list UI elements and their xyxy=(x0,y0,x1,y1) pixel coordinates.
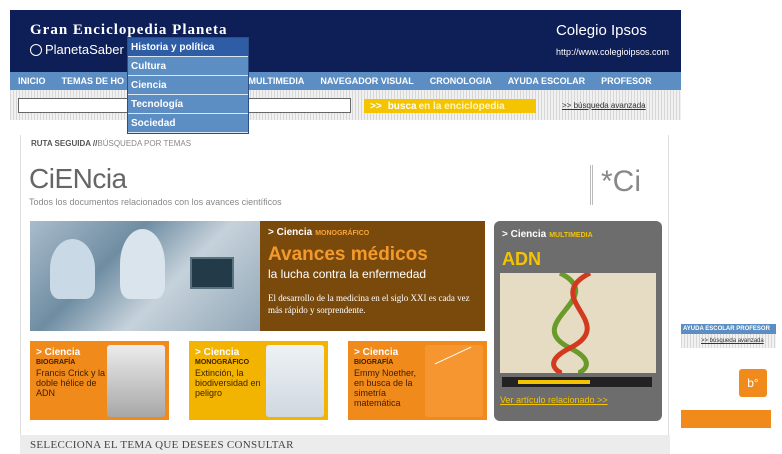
search-bar: >> busca en la enciclopedia >> búsqueda … xyxy=(10,90,681,120)
hero-text: El desarrollo de la medicina en el siglo… xyxy=(268,293,470,315)
header: Gran Enciclopedia Planeta PlanetaSaber C… xyxy=(10,10,681,72)
card-text: Extinción, la biodiversidad en peligro xyxy=(195,368,261,398)
school-name: Colegio Ipsos xyxy=(555,22,647,39)
page: Gran Enciclopedia Planeta PlanetaSaber C… xyxy=(10,10,681,454)
advanced-search-link[interactable]: >> búsqueda avanzada xyxy=(562,101,646,110)
hero-image[interactable] xyxy=(30,221,260,331)
card-monografico-extincion[interactable]: > Ciencia MONOGRÁFICO Extinción, la biod… xyxy=(189,341,328,420)
nav-item-multimedia[interactable]: MULTIMEDIA xyxy=(241,76,313,86)
hero-tag-sub: MONOGRÁFICO xyxy=(315,230,370,237)
hero-heading: Avances médicos xyxy=(268,244,428,265)
side-thumbnail: AYUDA ESCOLAR PROFESOR >> búsqueda avanz… xyxy=(681,324,776,444)
thumb-nav: AYUDA ESCOLAR PROFESOR xyxy=(681,324,776,334)
related-article-link[interactable]: Ver artículo relacionado >> xyxy=(500,395,608,405)
thumb-logo-icon: b° xyxy=(739,369,767,397)
brand-subtitle[interactable]: PlanetaSaber xyxy=(30,42,124,57)
monitor-graphic xyxy=(190,257,234,289)
nav-item-cronologia[interactable]: CRONOLOGIA xyxy=(422,76,500,86)
side-tag: > Ciencia MULTIMEDIA xyxy=(502,229,593,240)
progress-fill xyxy=(518,380,590,384)
brand-sub-label: PlanetaSaber xyxy=(45,42,124,57)
menu-item-cultura[interactable]: Cultura xyxy=(128,57,248,76)
school-url[interactable]: http://www.colegioipsos.com xyxy=(556,47,669,57)
page-title: CiENcia xyxy=(29,163,127,194)
surgeon-figure xyxy=(120,229,165,299)
menu-item-sociedad[interactable]: Sociedad xyxy=(128,114,248,133)
math-sketch-image xyxy=(425,345,483,417)
thumb-orange-bar xyxy=(681,410,771,428)
page-description: Todos los documentos relacionados con lo… xyxy=(29,197,282,207)
search-button[interactable]: >> busca en la enciclopedia xyxy=(364,99,536,113)
nav-item-temas[interactable]: TEMAS DE HO xyxy=(54,76,133,86)
globe-icon xyxy=(30,43,42,56)
side-tag-label: > Ciencia xyxy=(502,229,547,240)
main-nav: INICIO TEMAS DE HO AS MULTIMEDIA NAVEGAD… xyxy=(10,72,681,90)
nav-item-inicio[interactable]: INICIO xyxy=(10,76,54,86)
topics-dropdown: Historia y política Cultura Ciencia Tecn… xyxy=(127,37,249,134)
menu-item-historia[interactable]: Historia y política xyxy=(128,38,248,57)
search-arrow-icon: >> xyxy=(370,100,382,112)
dna-image[interactable] xyxy=(500,273,656,373)
breadcrumb-rest[interactable]: BÚSQUEDA POR TEMAS xyxy=(97,139,191,148)
menu-item-tecnologia[interactable]: Tecnología xyxy=(128,95,248,114)
portrait-image xyxy=(107,345,165,417)
breadcrumb: RUTA SEGUIDA //BÚSQUEDA POR TEMAS xyxy=(31,139,191,148)
search-button-label-a: busca xyxy=(387,100,417,112)
content-card: RUTA SEGUIDA //BÚSQUEDA POR TEMAS CiENci… xyxy=(20,135,669,435)
hero-feature[interactable]: > Ciencia MONOGRÁFICO Avances médicos la … xyxy=(260,221,485,331)
card-biografia-crick[interactable]: > Ciencia BIOGRAFÍA Francis Crick y la d… xyxy=(30,341,169,420)
polar-bear-image xyxy=(266,345,324,417)
thumb-advanced: >> búsqueda avanzada xyxy=(681,334,776,348)
nav-item-ayuda[interactable]: AYUDA ESCOLAR xyxy=(500,76,593,86)
multimedia-card[interactable]: > Ciencia MULTIMEDIA ADN Ver artículo rel… xyxy=(494,221,662,421)
menu-item-ciencia[interactable]: Ciencia xyxy=(128,76,248,95)
surgeon-figure xyxy=(50,239,95,299)
hero-subheading: la lucha contra la enfermedad xyxy=(268,267,427,281)
hero-tag-label: > Ciencia xyxy=(268,227,313,238)
side-tag-sub: MULTIMEDIA xyxy=(549,232,593,239)
card-biografia-noether[interactable]: > Ciencia BIOGRAFÍA Emmy Noether, en bus… xyxy=(348,341,487,420)
card-text: Francis Crick y la doble hélice de ADN xyxy=(36,368,106,398)
breadcrumb-bold: RUTA SEGUIDA // xyxy=(31,139,98,148)
card-text: Emmy Noether, en busca de la simetría ma… xyxy=(354,368,417,408)
media-progress[interactable] xyxy=(502,377,652,387)
section-logo: *Ci xyxy=(590,165,660,205)
hero-tag: > Ciencia MONOGRÁFICO xyxy=(268,227,477,238)
topic-select-heading: SELECCIONA EL TEMA QUE DESEES CONSULTAR xyxy=(20,435,670,454)
dna-helix-icon xyxy=(551,273,592,373)
school-info: Colegio Ipsos http://www.colegioipsos.co… xyxy=(556,22,669,57)
search-button-label-b: en la enciclopedia xyxy=(418,100,505,112)
nav-item-navegador[interactable]: NAVEGADOR VISUAL xyxy=(312,76,421,86)
nav-item-profesor[interactable]: PROFESOR xyxy=(593,76,660,86)
side-title: ADN xyxy=(502,249,541,269)
